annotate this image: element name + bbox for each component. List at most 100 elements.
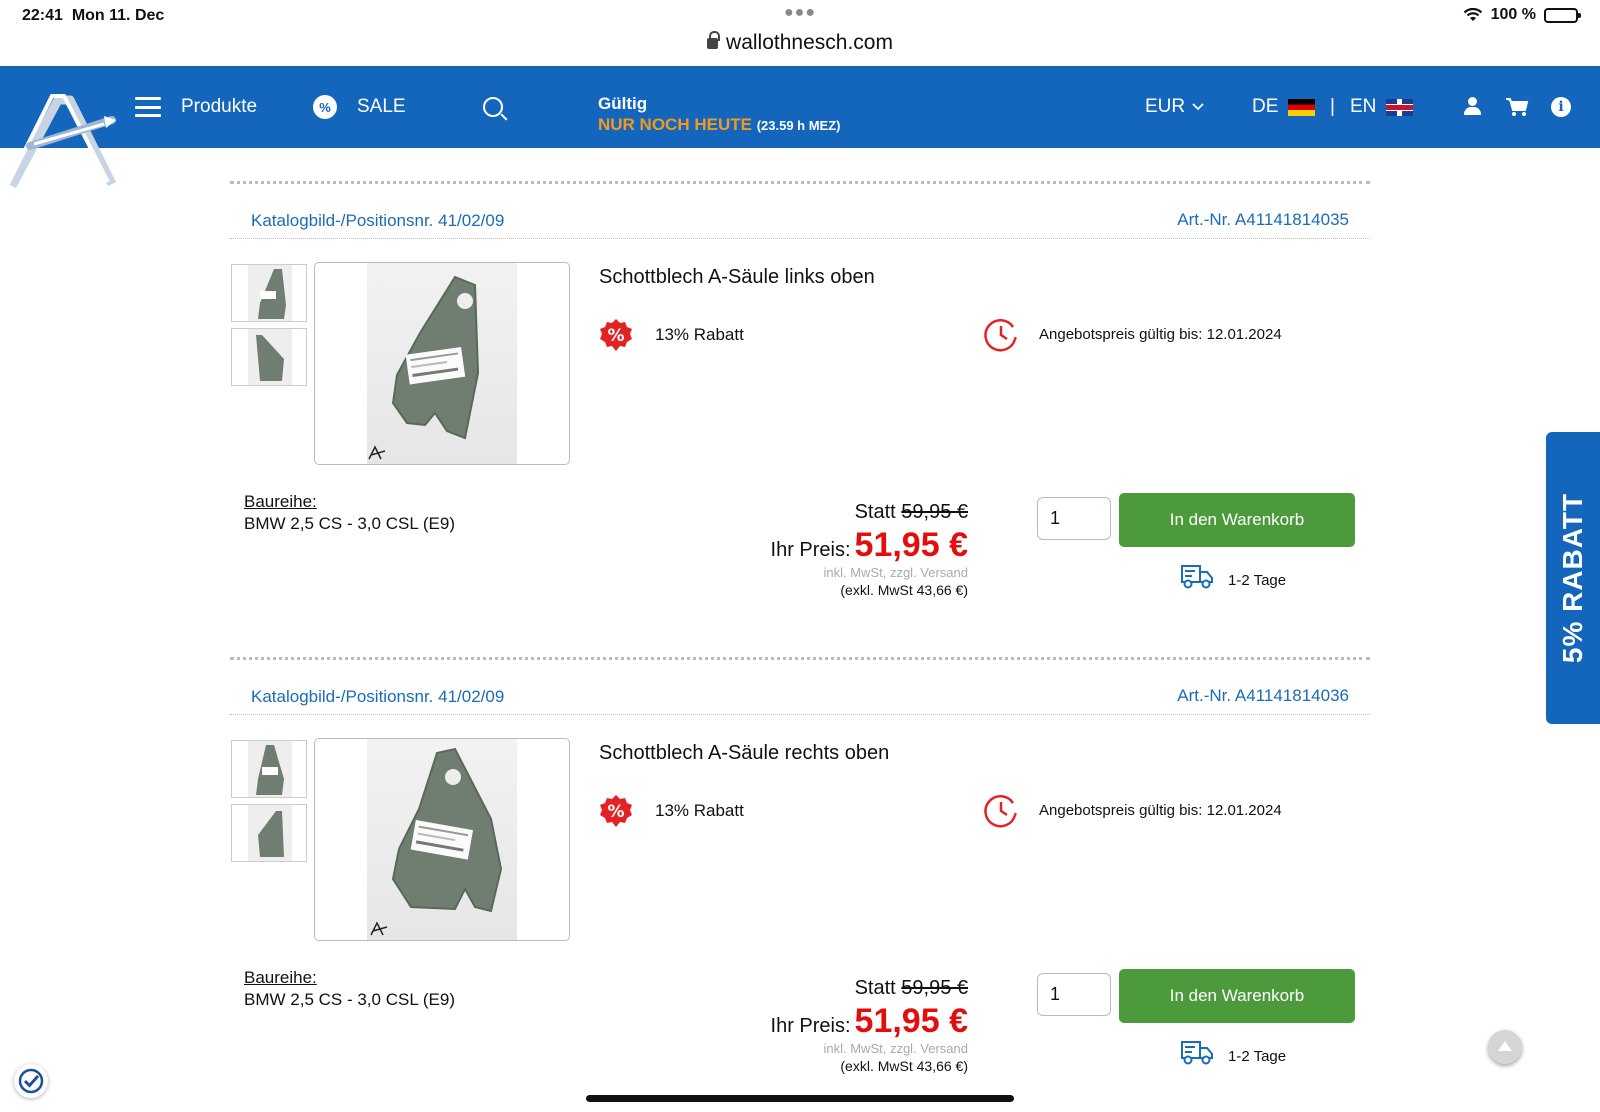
thumbnail-2[interactable]	[231, 804, 307, 862]
site-logo[interactable]	[0, 86, 118, 190]
status-time: 22:41 Mon 11. Dec	[22, 7, 165, 24]
menu-products-button[interactable]: Produkte	[135, 66, 257, 148]
product-main-image[interactable]	[314, 262, 570, 465]
offer-valid-until: Angebotspreis gültig bis: 12.01.2024	[1039, 326, 1282, 343]
info-button[interactable]: i	[1551, 66, 1571, 148]
battery-icon	[1544, 7, 1581, 23]
product-title[interactable]: Schottblech A-Säule rechts oben	[599, 742, 889, 765]
status-right: 100 %	[1463, 6, 1581, 24]
current-price: 51,95 €	[854, 526, 968, 564]
product-card: Katalogbild-/Positionsnr. 41/02/09 Art.-…	[230, 657, 1370, 1112]
divider	[230, 181, 1370, 184]
site-header: Produkte % SALE Gültig NUR NOCH HEUTE (2…	[0, 66, 1600, 148]
discount-side-tab[interactable]: 5% RABATT	[1546, 432, 1600, 724]
discount-label: 13% Rabatt	[655, 801, 744, 820]
old-price: 59,95 €	[901, 977, 968, 999]
delivery-time: 1-2 Tage	[1228, 572, 1287, 589]
series-value: BMW 2,5 CS - 3,0 CSL (E9)	[244, 990, 455, 1009]
address-bar[interactable]: wallothnesch.com	[0, 31, 1600, 55]
part-thumbnail-image	[248, 805, 292, 861]
battery-percent: 100 %	[1490, 6, 1536, 23]
catalog-link[interactable]: Katalogbild-/Positionsnr. 41/02/09	[251, 687, 504, 707]
delivery-truck-icon	[1181, 1041, 1213, 1065]
search-button[interactable]	[483, 66, 503, 148]
svg-text:%: %	[607, 802, 624, 822]
cart-icon	[1506, 98, 1529, 116]
offer-valid-until: Angebotspreis gültig bis: 12.01.2024	[1039, 802, 1282, 819]
language-separator: |	[1330, 96, 1335, 117]
uk-flag-icon	[1386, 98, 1414, 116]
current-price-line: Ihr Preis: 51,95 €	[770, 526, 968, 564]
old-price-line: Statt 59,95 €	[854, 977, 968, 999]
product-meta: Katalogbild-/Positionsnr. 41/02/09 Art.-…	[230, 686, 1370, 715]
status-bar: 22:41 Mon 11. Dec ●●● wallothnesch.com 1…	[0, 0, 1600, 66]
price-block: Statt 59,95 € Ihr Preis: 51,95 € inkl. Mw…	[771, 977, 968, 1074]
part-photo	[370, 747, 503, 936]
series-value: BMW 2,5 CS - 3,0 CSL (E9)	[244, 514, 455, 533]
product-main-image[interactable]	[314, 738, 570, 941]
product-card: Katalogbild-/Positionsnr. 41/02/09 Art.-…	[230, 181, 1370, 647]
scroll-top-button[interactable]	[1488, 1030, 1522, 1064]
price-block: Statt 59,95 € Ihr Preis: 51,95 € inkl. Mw…	[771, 501, 968, 598]
catalog-link[interactable]: Katalogbild-/Positionsnr. 41/02/09	[251, 211, 504, 231]
old-price-line: Statt 59,95 €	[854, 501, 968, 523]
add-to-cart-button[interactable]: In den Warenkorb	[1119, 493, 1355, 547]
delivery-time: 1-2 Tage	[1228, 1048, 1287, 1065]
net-price: (exkl. MwSt 43,66 €)	[840, 582, 968, 598]
chevron-down-icon	[1192, 103, 1204, 111]
check-shield-icon	[18, 1068, 44, 1094]
part-thumbnail-image	[248, 329, 292, 385]
series-label: Baureihe:	[244, 968, 317, 987]
product-meta: Katalogbild-/Positionsnr. 41/02/09 Art.-…	[230, 210, 1370, 239]
trust-badge[interactable]	[14, 1064, 48, 1098]
tax-note: inkl. MwSt, zzgl. Versand	[823, 565, 969, 580]
sale-label: SALE	[357, 96, 406, 117]
delivery-truck-icon	[1181, 565, 1213, 589]
more-dots-icon[interactable]: ●●●	[784, 4, 816, 22]
divider	[230, 657, 1370, 660]
discount-badge-icon: %	[600, 319, 632, 351]
percent-icon: %	[313, 95, 337, 119]
user-icon	[1463, 97, 1481, 117]
offer-validity: Gültig NUR NOCH HEUTE (23.59 h MEZ)	[598, 94, 841, 134]
language-de[interactable]: DE	[1252, 66, 1316, 148]
account-button[interactable]	[1463, 66, 1481, 148]
clock-icon	[984, 319, 1019, 352]
thumbnail-1[interactable]	[231, 264, 307, 322]
net-price: (exkl. MwSt 43,66 €)	[840, 1058, 968, 1074]
quantity-input[interactable]: 1	[1037, 497, 1111, 540]
tax-note: inkl. MwSt, zzgl. Versand	[823, 1041, 969, 1056]
url-text: wallothnesch.com	[726, 31, 893, 54]
discount-label: 13% Rabatt	[655, 325, 744, 344]
discount-side-label: 5% RABATT	[1557, 492, 1589, 664]
home-indicator[interactable]	[586, 1095, 1014, 1102]
currency-select[interactable]: EUR	[1145, 66, 1205, 148]
svg-text:%: %	[607, 326, 624, 346]
article-number: Art.-Nr. A41141814036	[1177, 686, 1349, 705]
product-title[interactable]: Schottblech A-Säule links oben	[599, 266, 875, 289]
current-price: 51,95 €	[854, 1002, 968, 1040]
part-thumbnail-image	[248, 265, 292, 321]
cart-button[interactable]	[1505, 66, 1529, 148]
discount-badge-icon: %	[600, 795, 632, 827]
lock-icon	[707, 31, 721, 49]
article-number: Art.-Nr. A41141814035	[1177, 210, 1349, 229]
part-photo	[368, 275, 480, 460]
thumbnail-2[interactable]	[231, 328, 307, 386]
search-icon	[483, 97, 503, 117]
quantity-input[interactable]: 1	[1037, 973, 1111, 1016]
old-price: 59,95 €	[901, 501, 968, 523]
thumbnail-1[interactable]	[231, 740, 307, 798]
hamburger-icon	[135, 97, 161, 117]
wifi-icon	[1463, 8, 1483, 22]
add-to-cart-button[interactable]: In den Warenkorb	[1119, 969, 1355, 1023]
german-flag-icon	[1288, 98, 1316, 116]
series-label: Baureihe:	[244, 492, 317, 511]
sale-link[interactable]: % SALE	[313, 66, 406, 148]
menu-products-label: Produkte	[181, 96, 258, 117]
current-price-line: Ihr Preis: 51,95 €	[770, 1002, 968, 1040]
language-en[interactable]: EN	[1350, 66, 1414, 148]
info-icon: i	[1551, 97, 1571, 117]
clock-icon	[984, 795, 1019, 828]
part-thumbnail-image	[248, 741, 292, 797]
